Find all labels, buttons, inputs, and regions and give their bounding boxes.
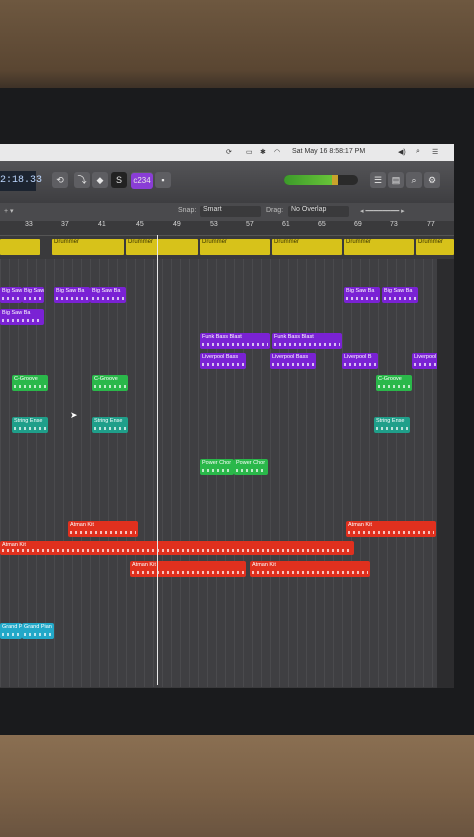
funk-bass-region[interactable]: Funk Bass Blast bbox=[200, 333, 270, 349]
master-volume-knob[interactable] bbox=[332, 175, 338, 185]
browser-icon[interactable]: ⌕ bbox=[406, 172, 422, 188]
big-saw-region[interactable]: Big Saw Ba bbox=[90, 287, 126, 303]
ruler-bar-57: 57 bbox=[246, 221, 254, 228]
atman-kit-region[interactable]: Atman Kit bbox=[250, 561, 370, 577]
macos-menubar: ⟳ ▭ ✱ ◠ Sat May 16 8:58:17 PM ◀) ⌕ ☰ bbox=[0, 144, 454, 161]
drag-dropdown[interactable]: No Overlap bbox=[288, 206, 349, 217]
tracks-area[interactable]: Big Saw Ba Big Saw Ba Big Saw Ba Big Saw… bbox=[0, 259, 446, 687]
master-volume-fill bbox=[284, 175, 338, 185]
snap-dropdown[interactable]: Smart bbox=[200, 206, 261, 217]
ruler-bar-41: 41 bbox=[98, 221, 106, 228]
big-saw-region[interactable]: Big Saw Ba bbox=[0, 309, 44, 325]
volume-icon[interactable]: ◀) bbox=[398, 148, 406, 156]
loop-browser-icon[interactable]: ⚙ bbox=[424, 172, 440, 188]
position-display[interactable]: 2:18.33 bbox=[0, 171, 42, 191]
liverpool-bass-region[interactable]: Liverpool Bass bbox=[270, 353, 316, 369]
atman-kit-region[interactable]: Atman Kit bbox=[0, 541, 354, 555]
vertical-scrollbar[interactable] bbox=[437, 259, 454, 688]
string-ensemble-region[interactable]: String Ense bbox=[92, 417, 128, 433]
power-chord-region[interactable]: Power Chor bbox=[234, 459, 268, 475]
ruler-bar-33: 33 bbox=[25, 221, 33, 228]
ruler-bar-53: 53 bbox=[210, 221, 218, 228]
list-editors-icon[interactable]: ☰ bbox=[370, 172, 386, 188]
grand-piano-region[interactable]: Grand Pian bbox=[0, 623, 22, 639]
bluetooth-icon[interactable]: ✱ bbox=[260, 148, 266, 156]
ruler-bar-69: 69 bbox=[354, 221, 362, 228]
airplay-icon[interactable]: ▭ bbox=[246, 148, 253, 156]
drummer-region[interactable]: Drummer bbox=[52, 239, 124, 255]
drummer-track-lane: Drummer Drummer Drummer Drummer Drummer … bbox=[0, 235, 454, 259]
zoom-slider[interactable]: ◂ ━━━━━━━━ ▸ bbox=[360, 207, 405, 215]
bar-ruler[interactable]: 33 37 41 45 49 53 57 61 65 69 73 77 bbox=[0, 221, 454, 236]
add-track-icon[interactable]: + ▾ bbox=[4, 207, 14, 215]
key-tempo-display[interactable]: c234 bbox=[131, 172, 153, 189]
spotlight-search-icon[interactable]: ⌕ bbox=[416, 148, 420, 156]
ruler-bar-73: 73 bbox=[390, 221, 398, 228]
big-saw-region[interactable]: Big Saw Ba bbox=[0, 287, 22, 303]
drummer-region[interactable]: Drummer bbox=[416, 239, 454, 255]
count-in-button[interactable]: ▪ bbox=[155, 172, 171, 188]
metronome-button[interactable]: ◆ bbox=[92, 172, 108, 188]
atman-kit-region[interactable]: Atman Kit bbox=[68, 521, 138, 537]
master-volume-meter[interactable] bbox=[284, 175, 358, 185]
ruler-bar-49: 49 bbox=[173, 221, 181, 228]
liverpool-bass-region[interactable]: Liverpool Bass bbox=[200, 353, 246, 369]
playhead[interactable] bbox=[157, 235, 158, 685]
atman-kit-region[interactable]: Atman Kit bbox=[346, 521, 436, 537]
arrange-toolbar: + ▾ Snap: Smart Drag: No Overlap ◂ ━━━━━… bbox=[0, 203, 454, 221]
drag-label: Drag: bbox=[266, 207, 284, 214]
big-saw-region[interactable]: Big Saw Ba bbox=[382, 287, 418, 303]
snap-label: Snap: bbox=[178, 207, 197, 214]
string-ensemble-region[interactable]: String Ense bbox=[12, 417, 48, 433]
grand-piano-region[interactable]: Grand Pian bbox=[22, 623, 54, 639]
big-saw-region[interactable]: Big Saw Ba bbox=[344, 287, 380, 303]
ruler-bar-65: 65 bbox=[318, 221, 326, 228]
clock-datetime[interactable]: Sat May 16 8:58:17 PM bbox=[292, 148, 365, 155]
drummer-region[interactable] bbox=[0, 239, 40, 255]
control-bar: 2:18.33 ⟲ ⤵ ◆ S c234 ▪ ☰ ▤ ⌕ ⚙ bbox=[0, 161, 454, 204]
cycle-button[interactable]: ⟲ bbox=[52, 172, 68, 188]
notification-center-icon[interactable]: ☰ bbox=[432, 148, 438, 156]
atman-kit-region[interactable]: Atman Kit bbox=[130, 561, 246, 577]
ruler-bar-61: 61 bbox=[282, 221, 290, 228]
c-groove-region[interactable]: C-Groove bbox=[12, 375, 48, 391]
string-ensemble-region[interactable]: String Ense bbox=[374, 417, 410, 433]
ruler-bar-45: 45 bbox=[136, 221, 144, 228]
c-groove-region[interactable]: C-Groove bbox=[376, 375, 412, 391]
time-machine-icon[interactable]: ⟳ bbox=[226, 148, 232, 156]
big-saw-region[interactable]: Big Saw Ba bbox=[22, 287, 44, 303]
drummer-region[interactable]: Drummer bbox=[344, 239, 414, 255]
power-chord-region[interactable]: Power Chor bbox=[200, 459, 234, 475]
drummer-region[interactable]: Drummer bbox=[272, 239, 342, 255]
ruler-bar-37: 37 bbox=[61, 221, 69, 228]
tempo-display[interactable]: c234 bbox=[131, 173, 153, 189]
mouse-pointer-icon: ➤ bbox=[70, 410, 78, 420]
ruler-bar-77: 77 bbox=[427, 221, 435, 228]
background-wall-bottom bbox=[0, 735, 474, 837]
replace-button[interactable]: ⤵ bbox=[74, 172, 90, 188]
liverpool-bass-region[interactable]: Liverpool B bbox=[342, 353, 378, 369]
background-wall-top bbox=[0, 0, 474, 100]
c-groove-region[interactable]: C-Groove bbox=[92, 375, 128, 391]
funk-bass-region[interactable]: Funk Bass Blast bbox=[272, 333, 342, 349]
drummer-region[interactable]: Drummer bbox=[126, 239, 198, 255]
logic-pro-window: ⟳ ▭ ✱ ◠ Sat May 16 8:58:17 PM ◀) ⌕ ☰ 2:1… bbox=[0, 144, 454, 688]
solo-button[interactable]: S bbox=[111, 172, 127, 188]
notepad-icon[interactable]: ▤ bbox=[388, 172, 404, 188]
big-saw-region[interactable]: Big Saw Ba bbox=[54, 287, 90, 303]
wifi-icon[interactable]: ◠ bbox=[274, 148, 280, 156]
drummer-region[interactable]: Drummer bbox=[200, 239, 270, 255]
